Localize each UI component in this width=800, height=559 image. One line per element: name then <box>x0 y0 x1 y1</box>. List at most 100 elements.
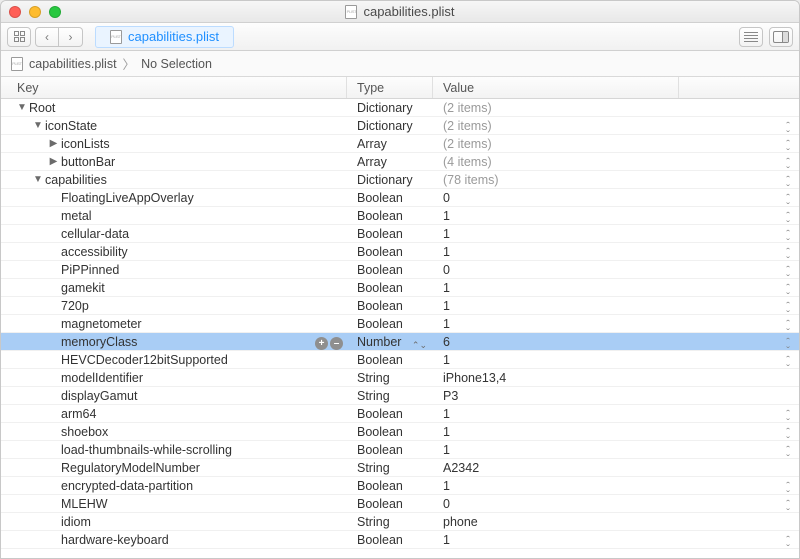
row-value[interactable]: iPhone13,4 <box>443 371 506 385</box>
table-row[interactable]: capabilitiesDictionary(78 items) <box>1 171 799 189</box>
value-stepper[interactable] <box>783 265 793 279</box>
row-type[interactable]: Boolean <box>357 353 403 367</box>
row-value[interactable]: P3 <box>443 389 458 403</box>
row-value[interactable]: 1 <box>443 281 450 295</box>
row-type[interactable]: Boolean <box>357 281 403 295</box>
table-row[interactable]: shoeboxBoolean1 <box>1 423 799 441</box>
column-header-key[interactable]: Key <box>1 77 347 98</box>
table-row[interactable]: PiPPinnedBoolean0 <box>1 261 799 279</box>
disclosure-triangle-icon[interactable] <box>49 156 58 167</box>
value-stepper[interactable] <box>783 139 793 153</box>
editor-tab[interactable]: capabilities.plist <box>95 26 234 48</box>
row-type[interactable]: String <box>357 515 390 529</box>
disclosure-triangle-icon[interactable] <box>17 102 26 113</box>
row-type[interactable]: Boolean <box>357 209 403 223</box>
table-row[interactable]: HEVCDecoder12bitSupportedBoolean1 <box>1 351 799 369</box>
back-button[interactable]: ‹ <box>35 27 59 47</box>
zoom-window-button[interactable] <box>49 6 61 18</box>
row-value[interactable]: 1 <box>443 533 450 547</box>
row-type[interactable]: Number <box>357 335 401 349</box>
table-row[interactable]: cellular-dataBoolean1 <box>1 225 799 243</box>
value-stepper[interactable] <box>783 481 793 495</box>
row-value[interactable]: 6 <box>443 335 450 349</box>
row-type[interactable]: Boolean <box>357 479 403 493</box>
inspector-toggle-button[interactable] <box>769 27 793 47</box>
row-type[interactable]: Boolean <box>357 227 403 241</box>
path-selection[interactable]: No Selection <box>141 57 212 71</box>
value-stepper[interactable] <box>783 229 793 243</box>
type-popup-icon[interactable]: ⌃⌄ <box>412 340 427 351</box>
row-type[interactable]: String <box>357 461 390 475</box>
value-stepper[interactable] <box>783 499 793 513</box>
add-row-button[interactable]: + <box>315 337 328 350</box>
value-stepper[interactable] <box>783 427 793 441</box>
disclosure-triangle-icon[interactable] <box>49 138 58 149</box>
row-type[interactable]: Boolean <box>357 299 403 313</box>
table-row[interactable]: gamekitBoolean1 <box>1 279 799 297</box>
row-type[interactable]: Boolean <box>357 443 403 457</box>
row-value[interactable]: 1 <box>443 299 450 313</box>
value-stepper[interactable] <box>783 175 793 189</box>
disclosure-triangle-icon[interactable] <box>33 174 42 185</box>
outline-view-button[interactable] <box>739 27 763 47</box>
table-row[interactable]: iconListsArray(2 items) <box>1 135 799 153</box>
table-row[interactable]: RegulatoryModelNumberStringA2342 <box>1 459 799 477</box>
value-stepper[interactable] <box>783 121 793 135</box>
table-row[interactable]: magnetometerBoolean1 <box>1 315 799 333</box>
row-value[interactable]: 1 <box>443 227 450 241</box>
table-row[interactable]: modelIdentifierStringiPhone13,4 <box>1 369 799 387</box>
table-row[interactable]: FloatingLiveAppOverlayBoolean0 <box>1 189 799 207</box>
row-value[interactable]: 0 <box>443 191 450 205</box>
row-type[interactable]: Boolean <box>357 425 403 439</box>
table-row[interactable]: accessibilityBoolean1 <box>1 243 799 261</box>
table-row[interactable]: hardware-keyboardBoolean1 <box>1 531 799 549</box>
value-stepper[interactable] <box>783 283 793 297</box>
row-type[interactable]: Array <box>357 155 387 169</box>
value-stepper[interactable] <box>783 157 793 171</box>
value-stepper[interactable] <box>783 319 793 333</box>
row-type[interactable]: Boolean <box>357 497 403 511</box>
table-row[interactable]: 720pBoolean1 <box>1 297 799 315</box>
row-value[interactable]: 1 <box>443 245 450 259</box>
table-row[interactable]: encrypted-data-partitionBoolean1 <box>1 477 799 495</box>
column-header-type[interactable]: Type <box>347 77 433 98</box>
table-row[interactable]: buttonBarArray(4 items) <box>1 153 799 171</box>
row-value[interactable]: 1 <box>443 479 450 493</box>
close-window-button[interactable] <box>9 6 21 18</box>
table-row[interactable]: memoryClass+–Number⌃⌄6 <box>1 333 799 351</box>
row-type[interactable]: Boolean <box>357 533 403 547</box>
row-type[interactable]: Boolean <box>357 263 403 277</box>
row-type[interactable]: Dictionary <box>357 119 413 133</box>
row-value[interactable]: 1 <box>443 443 450 457</box>
table-row[interactable]: arm64Boolean1 <box>1 405 799 423</box>
value-stepper[interactable] <box>783 355 793 369</box>
row-value[interactable]: 1 <box>443 209 450 223</box>
row-value[interactable]: 1 <box>443 353 450 367</box>
column-header-value[interactable]: Value <box>433 77 679 98</box>
related-items-button[interactable] <box>7 27 31 47</box>
value-stepper[interactable] <box>783 301 793 315</box>
table-row[interactable]: displayGamutStringP3 <box>1 387 799 405</box>
row-type[interactable]: Boolean <box>357 245 403 259</box>
row-type[interactable]: String <box>357 371 390 385</box>
value-stepper[interactable] <box>783 535 793 549</box>
value-stepper[interactable] <box>783 247 793 261</box>
table-row[interactable]: RootDictionary(2 items) <box>1 99 799 117</box>
row-value[interactable]: phone <box>443 515 478 529</box>
row-value[interactable]: 1 <box>443 407 450 421</box>
value-stepper[interactable] <box>783 445 793 459</box>
value-stepper[interactable] <box>783 211 793 225</box>
value-stepper[interactable] <box>783 193 793 207</box>
table-row[interactable]: MLEHWBoolean0 <box>1 495 799 513</box>
row-type[interactable]: String <box>357 389 390 403</box>
value-stepper[interactable] <box>783 337 793 351</box>
value-stepper[interactable] <box>783 409 793 423</box>
table-row[interactable]: idiomStringphone <box>1 513 799 531</box>
row-value[interactable]: A2342 <box>443 461 479 475</box>
row-value[interactable]: 0 <box>443 497 450 511</box>
row-type[interactable]: Boolean <box>357 407 403 421</box>
forward-button[interactable]: › <box>59 27 83 47</box>
table-row[interactable]: metalBoolean1 <box>1 207 799 225</box>
minimize-window-button[interactable] <box>29 6 41 18</box>
disclosure-triangle-icon[interactable] <box>33 120 42 131</box>
